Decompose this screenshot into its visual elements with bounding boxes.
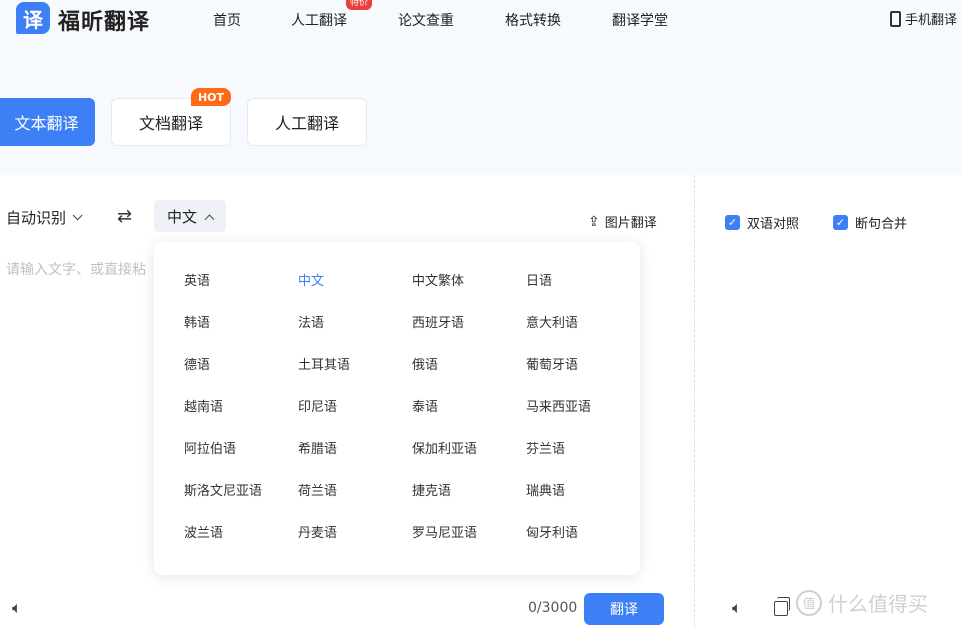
merge-sentences-label: 断句合并	[855, 217, 908, 232]
language-option[interactable]: 波兰语	[184, 525, 298, 567]
watermark: 值 什么值得买	[796, 588, 928, 617]
language-option[interactable]: 葡萄牙语	[526, 357, 640, 399]
nav-format-convert[interactable]: 格式转换	[505, 10, 561, 30]
language-option[interactable]: 意大利语	[526, 315, 640, 357]
checkbox-checked-icon: ✓	[725, 215, 740, 230]
language-option[interactable]: 泰语	[412, 399, 526, 441]
bilingual-label: 双语对照	[747, 217, 800, 232]
chevron-up-icon	[204, 213, 215, 224]
language-option[interactable]: 土耳其语	[298, 357, 412, 399]
language-option[interactable]: 中文繁体	[412, 273, 526, 315]
language-option[interactable]: 西班牙语	[412, 315, 526, 357]
language-option[interactable]: 保加利亚语	[412, 441, 526, 483]
language-grid: 英语 中文 中文繁体 日语韩语 法语 西班牙语 意大利语德语 土耳其语 俄语 葡萄牙语越南语 印尼语…	[184, 273, 640, 567]
mobile-translate-link[interactable]: 手机翻译	[890, 9, 957, 28]
source-text-input[interactable]: 请输入文字、或直接粘	[6, 259, 146, 279]
language-option[interactable]: 斯洛文尼亚语	[184, 483, 298, 525]
source-language-label: 自动识别	[6, 209, 67, 227]
hot-badge: HOT	[191, 88, 231, 106]
language-option[interactable]: 芬兰语	[526, 441, 640, 483]
language-option[interactable]: 日语	[526, 273, 640, 315]
result-panel	[695, 175, 962, 627]
language-option[interactable]: 马来西亚语	[526, 399, 640, 441]
language-option[interactable]: 匈牙利语	[526, 525, 640, 567]
language-option[interactable]: 丹麦语	[298, 525, 412, 567]
nav-plagiarism-check[interactable]: 论文查重	[398, 10, 454, 30]
image-translate-button[interactable]: ⇪ 图片翻译	[588, 212, 657, 232]
target-language-label: 中文	[166, 207, 197, 226]
swap-arrows-icon[interactable]: ⇄	[117, 206, 132, 227]
watermark-logo: 值	[796, 589, 822, 616]
logo-text: 福昕翻译	[58, 10, 151, 35]
nav-human-translation[interactable]: 人工翻译	[291, 10, 347, 30]
page: 译 福昕翻译 首页 人工翻译 特价 论文查重 格式转换 翻译学堂 手机翻译 文本…	[0, 0, 962, 627]
logo-icon: 译	[16, 2, 50, 34]
upload-icon: ⇪	[588, 213, 600, 230]
language-option[interactable]: 阿拉伯语	[184, 441, 298, 483]
tab-text-translation[interactable]: 文本翻译	[0, 98, 95, 146]
merge-sentences-checkbox[interactable]: ✓ 断句合并	[833, 213, 907, 232]
nav-home[interactable]: 首页	[213, 10, 241, 30]
char-count: 0/3000	[528, 600, 578, 616]
language-option[interactable]: 中文	[298, 273, 412, 315]
language-option[interactable]: 英语	[184, 273, 298, 315]
nav-translation-academy[interactable]: 翻译学堂	[612, 10, 668, 30]
language-option[interactable]: 希腊语	[298, 441, 412, 483]
panel-divider	[694, 175, 695, 627]
language-option[interactable]: 瑞典语	[526, 483, 640, 525]
target-language-dropdown: 英语 中文 中文繁体 日语韩语 法语 西班牙语 意大利语德语 土耳其语 俄语 葡萄牙语越南语 印尼语…	[154, 242, 640, 575]
checkbox-checked-icon: ✓	[833, 215, 848, 230]
language-option[interactable]: 越南语	[184, 399, 298, 441]
tab-human-translation[interactable]: 人工翻译	[247, 98, 367, 146]
sale-badge: 特价	[346, 0, 373, 10]
language-option[interactable]: 荷兰语	[298, 483, 412, 525]
image-translate-label: 图片翻译	[604, 216, 657, 231]
language-option[interactable]: 法语	[298, 315, 412, 357]
translate-button[interactable]: 翻译	[584, 593, 664, 625]
language-option[interactable]: 德语	[184, 357, 298, 399]
language-option[interactable]: 韩语	[184, 315, 298, 357]
phone-icon	[890, 10, 901, 27]
mobile-translate-label: 手机翻译	[905, 13, 958, 28]
bilingual-checkbox[interactable]: ✓ 双语对照	[725, 213, 799, 232]
language-option[interactable]: 罗马尼亚语	[412, 525, 526, 567]
source-language-select[interactable]: 自动识别	[6, 207, 83, 228]
language-option[interactable]: 印尼语	[298, 399, 412, 441]
language-option[interactable]: 俄语	[412, 357, 526, 399]
copy-icon[interactable]	[774, 597, 790, 616]
speaker-icon[interactable]: 🔈︎	[12, 598, 22, 618]
top-header: 译 福昕翻译 首页 人工翻译 特价 论文查重 格式转换 翻译学堂 手机翻译	[0, 0, 962, 36]
target-language-select[interactable]: 中文	[154, 200, 226, 232]
result-speaker-icon[interactable]: 🔈︎	[732, 598, 742, 618]
language-option[interactable]: 捷克语	[412, 483, 526, 525]
watermark-text: 什么值得买	[828, 592, 928, 616]
